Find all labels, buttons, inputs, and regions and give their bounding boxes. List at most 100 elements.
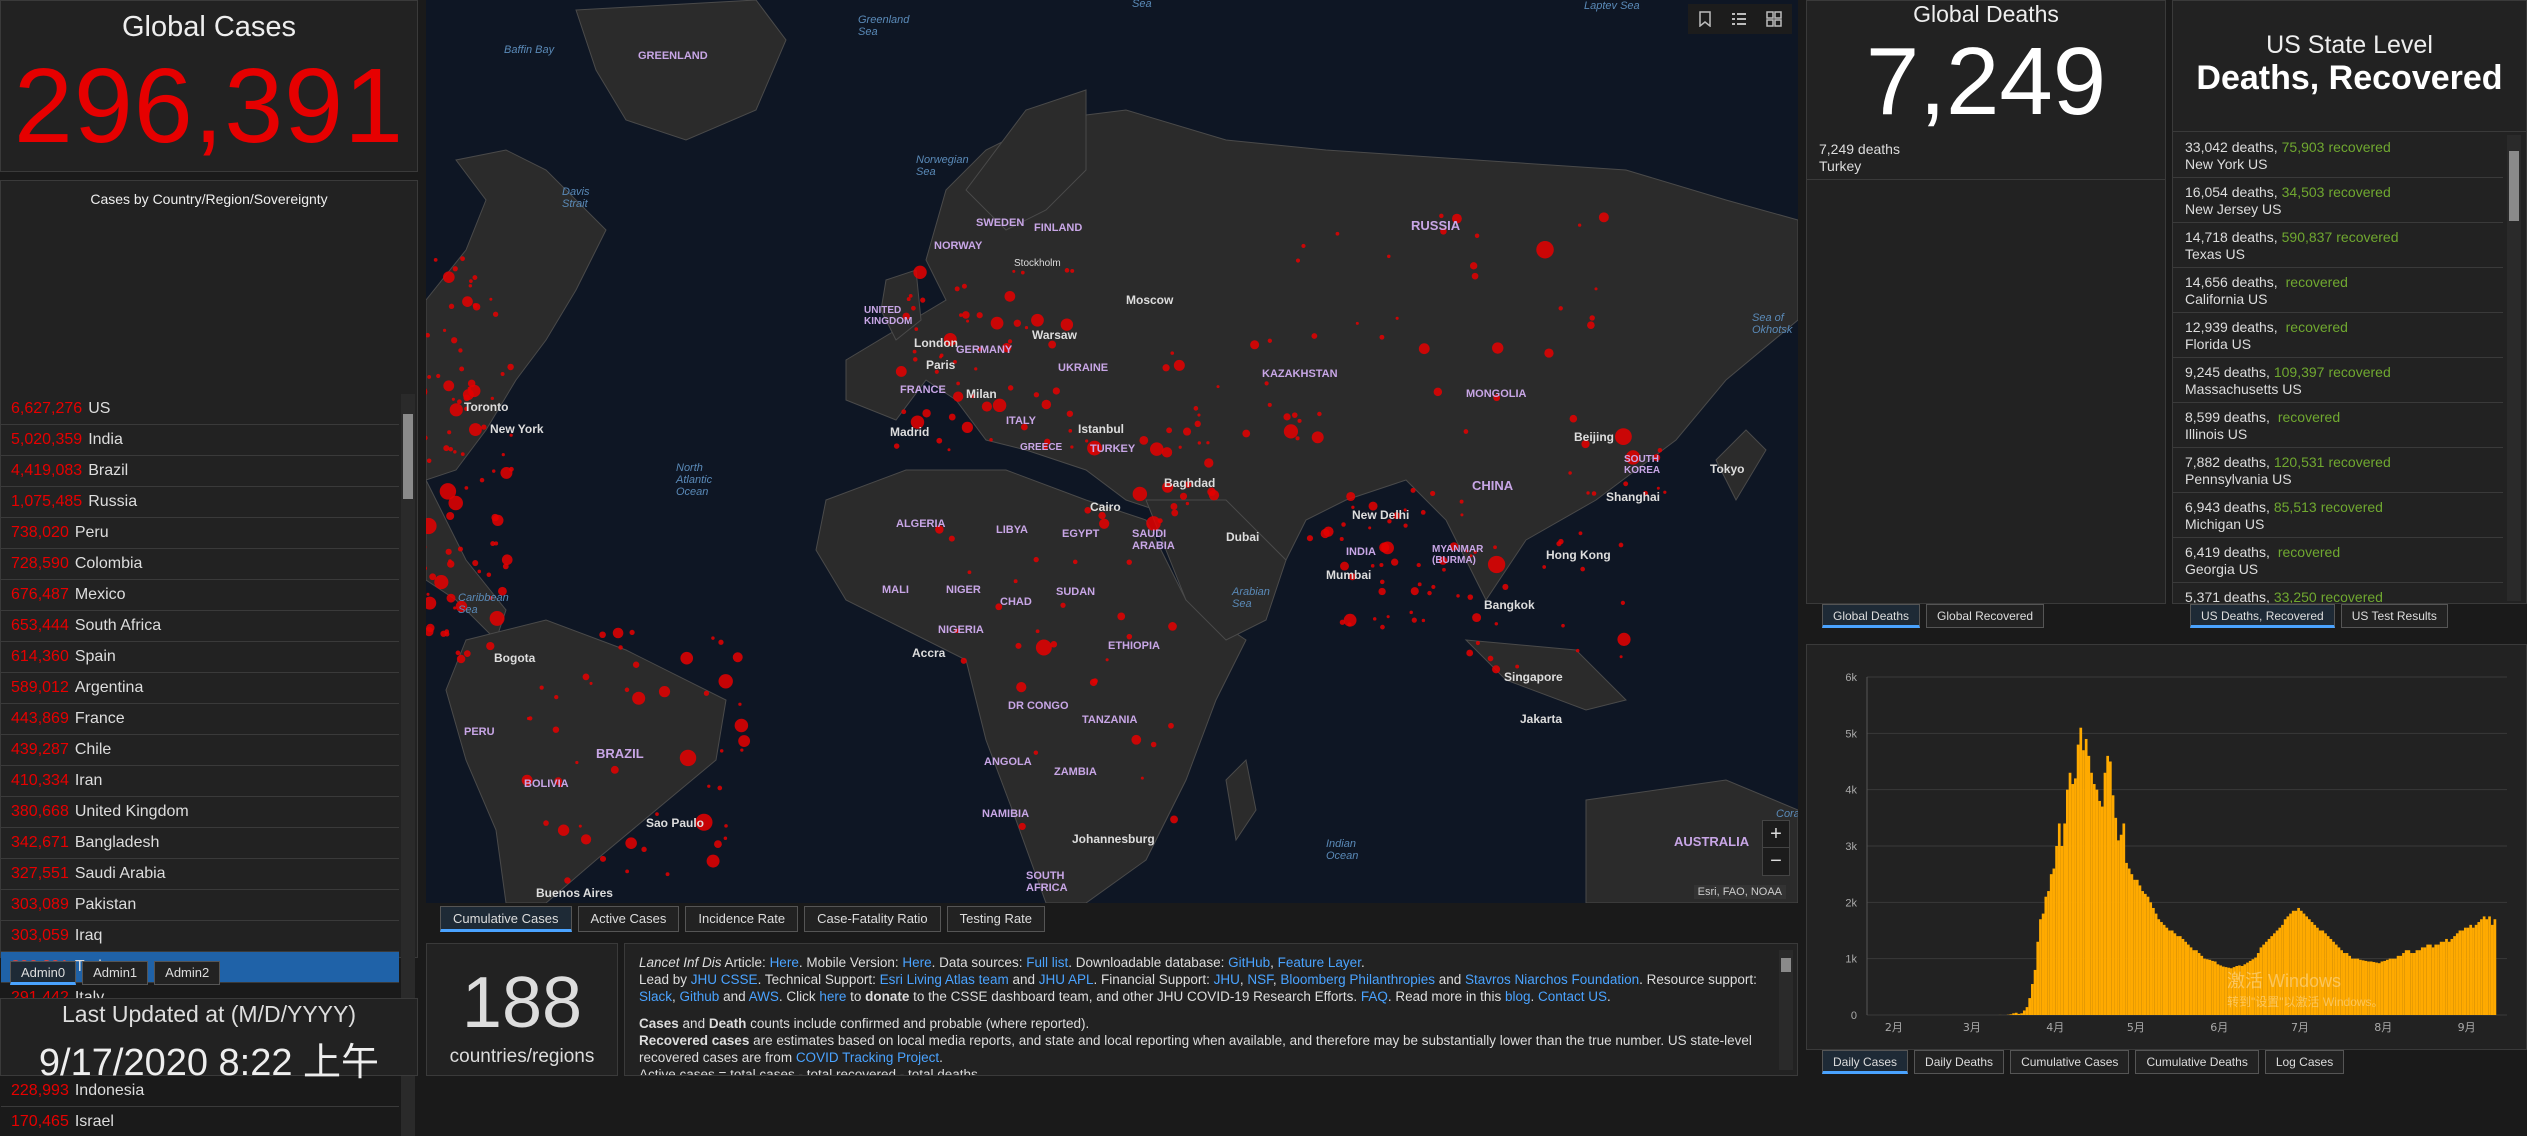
case-dot[interactable] — [896, 366, 907, 377]
case-dot[interactable] — [1162, 364, 1169, 371]
chart-bar[interactable] — [2217, 964, 2220, 1015]
case-dot[interactable] — [1127, 634, 1133, 640]
case-dot[interactable] — [558, 825, 569, 836]
case-dot[interactable] — [1619, 543, 1624, 548]
case-dot[interactable] — [1403, 524, 1407, 528]
case-dot[interactable] — [1053, 387, 1060, 394]
chart-bar[interactable] — [2192, 950, 2195, 1015]
case-dot[interactable] — [1411, 587, 1419, 595]
chart-bar[interactable] — [2122, 823, 2125, 1015]
country-row[interactable]: 728,590Colombia — [1, 549, 399, 580]
tab-case-fatality-ratio[interactable]: Case-Fatality Ratio — [804, 906, 941, 932]
case-dot[interactable] — [1417, 563, 1421, 567]
link-jhu-apl[interactable]: JHU APL — [1039, 972, 1094, 987]
country-row[interactable]: 443,869France — [1, 704, 399, 735]
case-dot[interactable] — [459, 366, 464, 371]
case-dot[interactable] — [1127, 559, 1132, 564]
chart-bar[interactable] — [2209, 960, 2212, 1015]
case-dot[interactable] — [469, 423, 482, 436]
zoom-in-button[interactable]: + — [1763, 821, 1789, 848]
case-dot[interactable] — [1068, 429, 1072, 433]
case-dot[interactable] — [472, 275, 477, 280]
case-dot[interactable] — [1016, 682, 1026, 692]
case-dot[interactable] — [1623, 481, 1628, 486]
case-dot[interactable] — [1139, 436, 1148, 445]
case-dot[interactable] — [1204, 458, 1213, 467]
case-dot[interactable] — [453, 266, 458, 271]
case-dot[interactable] — [1561, 624, 1565, 628]
chart-bar[interactable] — [2010, 1014, 2013, 1015]
case-dot[interactable] — [1589, 315, 1594, 320]
case-dot[interactable] — [1042, 400, 1052, 410]
chart-bar[interactable] — [2397, 956, 2400, 1015]
case-dot[interactable] — [724, 836, 728, 840]
chart-bar[interactable] — [2012, 1013, 2015, 1015]
case-dot[interactable] — [618, 645, 623, 650]
chart-bar[interactable] — [2168, 931, 2171, 1016]
case-dot[interactable] — [462, 296, 473, 307]
chart-bar[interactable] — [2424, 947, 2427, 1015]
chart-bar[interactable] — [2408, 950, 2411, 1015]
case-dot[interactable] — [1615, 428, 1632, 445]
case-dot[interactable] — [1171, 509, 1178, 516]
case-dot[interactable] — [1460, 500, 1464, 504]
case-dot[interactable] — [1034, 392, 1039, 397]
case-dot[interactable] — [961, 658, 967, 664]
case-dot[interactable] — [449, 304, 454, 309]
case-dot[interactable] — [457, 655, 465, 663]
case-dot[interactable] — [720, 749, 723, 752]
case-dot[interactable] — [982, 401, 992, 411]
link-mobile-here[interactable]: Here — [902, 955, 931, 970]
case-dot[interactable] — [589, 682, 592, 685]
chart-bar[interactable] — [2456, 933, 2459, 1015]
case-dot[interactable] — [426, 593, 429, 596]
case-dot[interactable] — [724, 824, 728, 828]
case-dot[interactable] — [1427, 591, 1431, 595]
case-dot[interactable] — [427, 375, 431, 379]
chart-bar[interactable] — [2467, 928, 2470, 1015]
case-dot[interactable] — [1117, 612, 1125, 620]
case-dot[interactable] — [1131, 735, 1141, 745]
case-dot[interactable] — [1663, 491, 1666, 494]
case-dot[interactable] — [460, 256, 465, 261]
case-dot[interactable] — [1036, 640, 1052, 656]
link-blog[interactable]: blog — [1505, 989, 1531, 1004]
case-dot[interactable] — [1168, 723, 1174, 729]
case-dot[interactable] — [1599, 212, 1609, 222]
chart-bar[interactable] — [2079, 728, 2082, 1015]
case-dot[interactable] — [707, 855, 720, 868]
case-dot[interactable] — [717, 786, 722, 791]
case-dot[interactable] — [453, 606, 456, 609]
chart-bar[interactable] — [2399, 956, 2402, 1015]
case-dot[interactable] — [1586, 491, 1589, 494]
chart-bar[interactable] — [2211, 961, 2214, 1015]
chart-bar[interactable] — [2069, 773, 2072, 1015]
us-state-row[interactable]: 8,599 deaths,recoveredIllinois US — [2173, 403, 2503, 448]
chart-bar[interactable] — [2163, 925, 2166, 1015]
case-dot[interactable] — [1092, 678, 1097, 683]
chart-bar[interactable] — [2405, 950, 2408, 1015]
chart-bar[interactable] — [2023, 1010, 2026, 1015]
case-dot[interactable] — [1620, 655, 1623, 658]
chart-bar[interactable] — [2147, 897, 2150, 1015]
country-row[interactable]: 589,012Argentina — [1, 673, 399, 704]
chart-bar[interactable] — [2453, 936, 2456, 1015]
chart-bar[interactable] — [2222, 967, 2225, 1015]
case-dot[interactable] — [465, 486, 469, 490]
case-dot[interactable] — [666, 872, 670, 876]
case-dot[interactable] — [1170, 503, 1177, 510]
case-dot[interactable] — [1373, 617, 1376, 620]
chart-bar[interactable] — [2410, 953, 2413, 1015]
link-jhu[interactable]: JHU — [1214, 972, 1240, 987]
chart-bar[interactable] — [2429, 945, 2432, 1015]
case-dot[interactable] — [468, 380, 476, 388]
case-dot[interactable] — [481, 425, 486, 430]
tab-global-recovered[interactable]: Global Recovered — [1926, 604, 2044, 628]
case-dot[interactable] — [426, 597, 436, 610]
chart-bar[interactable] — [2214, 961, 2217, 1015]
chart-bar[interactable] — [2206, 959, 2209, 1015]
tab-daily-cases[interactable]: Daily Cases — [1822, 1050, 1908, 1074]
case-dot[interactable] — [1195, 421, 1201, 427]
case-dot[interactable] — [1470, 262, 1477, 269]
case-dot[interactable] — [1341, 522, 1346, 527]
